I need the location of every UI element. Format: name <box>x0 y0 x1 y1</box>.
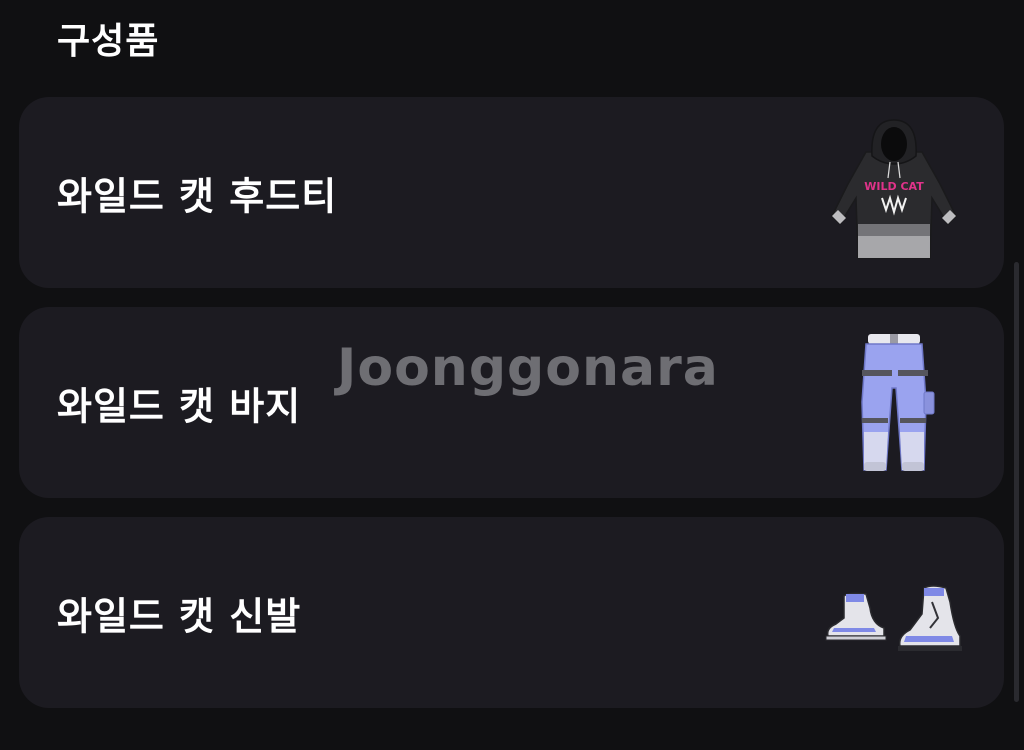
page: 구성품 와일드 캣 후드티 WILD CAT 와일드 캣 바지 와일드 캣 신발… <box>0 0 1024 750</box>
pants-icon <box>861 334 935 471</box>
section-title: 구성품 <box>57 21 160 62</box>
item-name: 와일드 캣 후드티 <box>57 174 338 218</box>
item-list: 와일드 캣 후드티 WILD CAT 와일드 캣 바지 와일드 캣 신발 <box>19 97 1004 727</box>
item-name: 와일드 캣 신발 <box>57 594 302 638</box>
scrollbar[interactable] <box>1014 262 1019 702</box>
hoodie-print-text: WILD CAT <box>864 180 924 193</box>
item-card-pants[interactable]: 와일드 캣 바지 <box>19 307 1004 498</box>
item-name: 와일드 캣 바지 <box>57 384 302 428</box>
sneakers-icon <box>825 585 962 651</box>
item-card-hoodie[interactable]: 와일드 캣 후드티 WILD CAT <box>19 97 1004 288</box>
hoodie-icon: WILD CAT <box>831 119 957 259</box>
item-card-shoes[interactable]: 와일드 캣 신발 <box>19 517 1004 708</box>
